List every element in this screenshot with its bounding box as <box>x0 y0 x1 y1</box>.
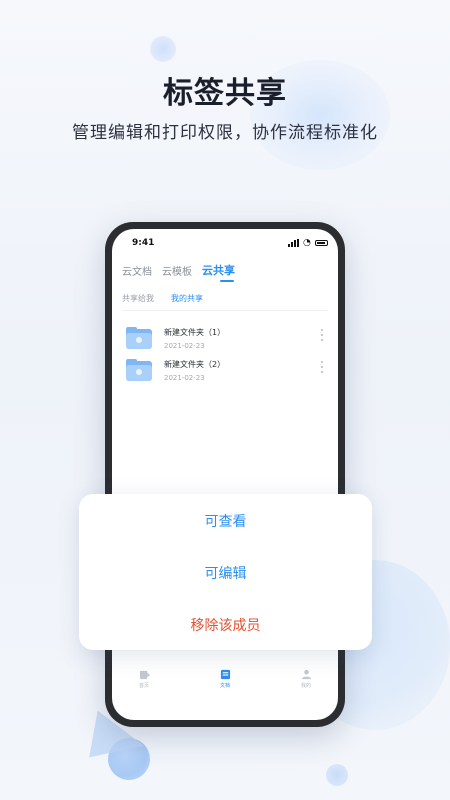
sub-tabs: 共享给我 我的共享 <box>122 291 328 311</box>
status-time: 9:41 <box>132 238 155 248</box>
nav-profile[interactable]: 我的 <box>286 669 326 689</box>
nav-label: 我的 <box>300 683 311 689</box>
folder-icon <box>126 359 152 381</box>
signal-icon <box>288 239 300 247</box>
active-tab-indicator <box>220 280 234 282</box>
bottom-nav: 首页 文档 我的 <box>112 663 338 703</box>
decor-bubble <box>150 36 176 62</box>
nav-home[interactable]: 首页 <box>124 669 164 689</box>
nav-label: 文档 <box>219 683 230 689</box>
remove-member-option[interactable]: 移除该成员 <box>79 615 372 635</box>
decor-dot <box>326 764 348 786</box>
file-name: 新建文件夹（2） <box>164 360 226 369</box>
file-row[interactable]: 新建文件夹（2） 2021-02-23 <box>112 355 338 391</box>
file-date: 2021-02-23 <box>164 342 205 350</box>
more-icon[interactable] <box>320 361 324 375</box>
document-icon <box>220 669 230 680</box>
nav-label: 首页 <box>138 683 149 689</box>
edit-permission-option[interactable]: 可编辑 <box>79 563 372 583</box>
file-row[interactable]: 新建文件夹（1） 2021-02-23 <box>112 323 338 359</box>
battery-icon <box>315 240 328 246</box>
file-name: 新建文件夹（1） <box>164 328 226 337</box>
tab-cloud-share[interactable]: 云共享 <box>202 262 235 278</box>
folder-icon <box>126 327 152 349</box>
wifi-icon: ◔ <box>303 238 311 248</box>
hero-subtitle: 管理编辑和打印权限，协作流程标准化 <box>72 123 378 143</box>
more-icon[interactable] <box>320 329 324 343</box>
subtab-my-shares[interactable]: 我的共享 <box>171 293 203 304</box>
home-icon <box>139 670 150 680</box>
tab-cloud-templates[interactable]: 云模板 <box>162 263 192 278</box>
subtab-shared-with-me[interactable]: 共享给我 <box>122 293 154 304</box>
view-permission-option[interactable]: 可查看 <box>79 511 372 531</box>
tab-cloud-docs[interactable]: 云文档 <box>122 263 152 278</box>
nav-documents[interactable]: 文档 <box>205 669 245 689</box>
action-sheet: 可查看 可编辑 移除该成员 <box>79 494 372 650</box>
status-bar: 9:41 ◔ <box>112 229 338 253</box>
file-date: 2021-02-23 <box>164 374 205 382</box>
hero-title: 标签共享 <box>163 76 287 111</box>
phone-mockup: 9:41 ◔ 云文档 云模板 云共享 共享给我 我的共享 新建文件夹（1） 20… <box>105 222 345 727</box>
profile-icon <box>301 669 311 680</box>
